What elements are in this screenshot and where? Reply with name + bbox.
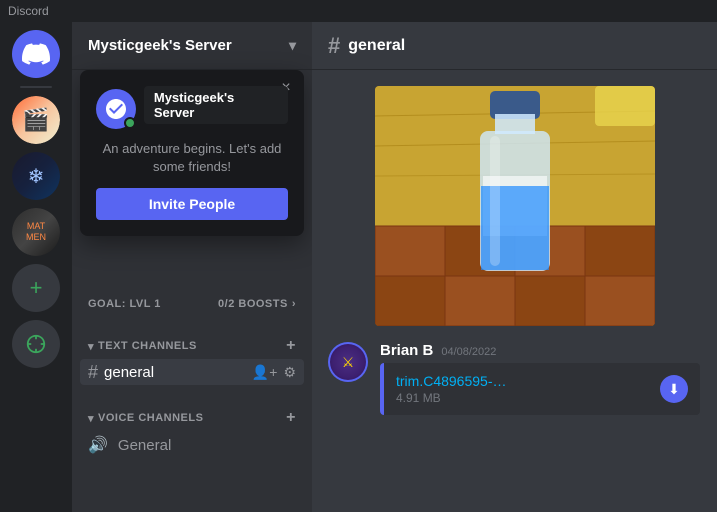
message-author: Brian B: [380, 342, 433, 359]
online-indicator: [124, 117, 136, 129]
server-popup-card: × Mysticgeek's Server An adventure begin…: [80, 70, 304, 236]
channel-item-general[interactable]: # general 👤+ ⚙: [80, 359, 304, 385]
server-img-3: MATMEN: [12, 208, 60, 256]
text-channels-header[interactable]: ▾ TEXT CHANNELS +: [80, 334, 304, 358]
channel-item-general-voice[interactable]: 🔊 General: [80, 431, 304, 459]
text-channels-section: ▾ TEXT CHANNELS + # general 👤+ ⚙: [72, 318, 312, 390]
server-img-1: 🎬: [12, 96, 60, 144]
message-row: Brian B 04/08/2022 trim.C4896595-… 4.91 …: [328, 342, 701, 415]
channel-sidebar: Mysticgeek's Server ▾ × Mysticgeek's Ser…: [72, 22, 312, 512]
server-header[interactable]: Mysticgeek's Server ▾: [72, 22, 312, 70]
file-attachment: trim.C4896595-… 4.91 MB ⬇: [380, 363, 700, 415]
server-icon-s3[interactable]: MATMEN: [12, 208, 60, 256]
file-size: 4.91 MB: [396, 391, 650, 405]
app-body: 🎬 ❄ MATMEN + Mysticgeek's Server: [0, 22, 717, 512]
message-avatar: [328, 342, 368, 382]
server-icon-s1[interactable]: 🎬: [12, 96, 60, 144]
file-name[interactable]: trim.C4896595-…: [396, 373, 650, 389]
settings-icon[interactable]: ⚙: [283, 364, 296, 381]
discord-home-button[interactable]: [12, 30, 60, 78]
add-server-button[interactable]: +: [12, 264, 60, 312]
add-member-icon[interactable]: 👤+: [252, 364, 278, 381]
voice-channels-label: VOICE CHANNELS: [98, 412, 203, 424]
file-info: trim.C4896595-… 4.91 MB: [396, 373, 650, 405]
message-content: Brian B 04/08/2022 trim.C4896595-… 4.91 …: [380, 342, 701, 415]
text-channels-chevron: ▾: [88, 340, 94, 353]
goal-right: 0/2 Boosts ›: [218, 298, 296, 310]
voice-channels-chevron: ▾: [88, 412, 94, 425]
invite-people-button[interactable]: Invite People: [96, 188, 288, 220]
message-timestamp: 04/08/2022: [441, 346, 496, 358]
server-divider: [20, 86, 52, 88]
explore-servers-button[interactable]: [12, 320, 60, 368]
add-text-channel-button[interactable]: +: [286, 338, 296, 354]
download-button[interactable]: ⬇: [660, 375, 688, 403]
hash-icon: #: [88, 363, 98, 381]
channel-header: # general: [312, 22, 717, 70]
voice-channels-section: ▾ VOICE CHANNELS + 🔊 General: [72, 390, 312, 464]
popup-description: An adventure begins. Let's add some frie…: [96, 140, 288, 176]
text-channels-label: TEXT CHANNELS: [98, 340, 197, 352]
chat-area: Brian B 04/08/2022 trim.C4896595-… 4.91 …: [312, 70, 717, 512]
server-list: 🎬 ❄ MATMEN +: [0, 22, 72, 512]
chevron-down-icon: ▾: [289, 37, 296, 54]
goal-bar[interactable]: GOAL: LVL 1 0/2 Boosts ›: [72, 290, 312, 318]
main-content: # general: [312, 22, 717, 512]
goal-chevron: ›: [292, 298, 296, 310]
server-icon-s2[interactable]: ❄: [12, 152, 60, 200]
title-bar: Discord: [0, 0, 717, 22]
voice-channels-header[interactable]: ▾ VOICE CHANNELS +: [80, 406, 304, 430]
vikings-logo: [330, 344, 366, 380]
add-voice-channel-button[interactable]: +: [286, 410, 296, 426]
channel-name-general: general: [104, 364, 154, 381]
boost-count: 0/2 Boosts: [218, 298, 288, 310]
download-icon: ⬇: [668, 381, 680, 398]
voice-icon: 🔊: [88, 435, 108, 455]
voice-channel-name-general: General: [118, 437, 171, 454]
server-name: Mysticgeek's Server: [88, 37, 232, 54]
channel-header-hash-icon: #: [328, 33, 340, 59]
popup-avatar: [96, 89, 136, 129]
server-img-2: ❄: [12, 152, 60, 200]
title-bar-text: Discord: [8, 4, 49, 18]
channel-header-name: general: [348, 37, 405, 55]
message-header: Brian B 04/08/2022: [380, 342, 701, 359]
chat-image: [375, 86, 655, 326]
chat-image-container: [328, 86, 701, 326]
popup-server-name-badge: Mysticgeek's Server: [144, 86, 288, 124]
goal-label: GOAL: LVL 1: [88, 298, 161, 310]
popup-header-row: Mysticgeek's Server: [96, 86, 288, 132]
